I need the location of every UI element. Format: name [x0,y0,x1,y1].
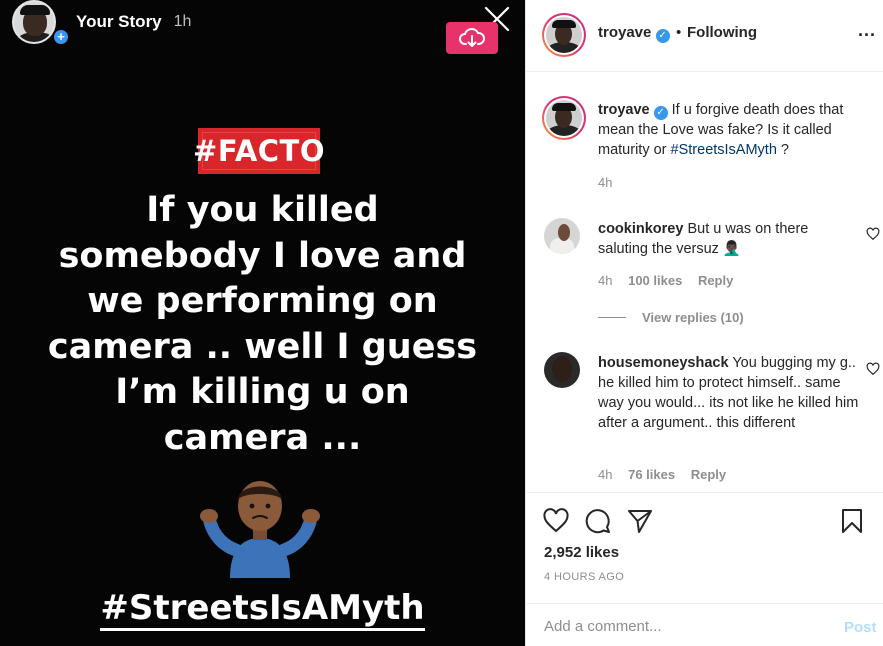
replies-divider [598,317,626,318]
post-actions: 2,952 likes 4 HOURS AGO [526,492,883,583]
caption-time[interactable]: 4h [598,175,612,190]
caption-hashtag[interactable]: #StreetsIsAMyth [671,142,777,158]
author-username[interactable]: troyave ✓ [598,24,670,43]
story-header: + Your Story 1h [12,0,192,46]
post-comment-button[interactable]: Post [844,619,877,636]
caption-suffix: ? [776,142,789,158]
story-time: 1h [173,13,192,30]
comment-meta: 4h 76 likes Reply [598,467,726,482]
comment-likes[interactable]: 100 likes [628,273,682,288]
story-line: we performing on [87,281,438,321]
commenter-avatar[interactable] [544,352,580,388]
facto-badge: #FACTO [193,128,324,174]
add-comment-bar: Post [526,603,883,646]
shrug-emoji-icon [200,481,320,578]
story-hashtag[interactable]: #StreetsIsAMyth [0,588,525,631]
story-hashtag-text[interactable]: #StreetsIsAMyth [100,588,425,631]
view-replies-button[interactable]: View replies (10) [598,310,744,325]
story-line: I’m killing u on [115,372,410,412]
reply-button[interactable]: Reply [691,467,726,482]
verified-icon: ✓ [655,29,670,43]
comment-meta: 4h 100 likes Reply [598,273,733,288]
verified-icon: ✓ [653,106,668,120]
caption-avatar[interactable] [542,96,586,140]
story-username[interactable]: Your Story [76,12,162,32]
story-panel: + Your Story 1h #FACTO If you killed som… [0,0,525,646]
like-comment-heart-icon[interactable] [866,362,880,376]
caption-username[interactable]: troyave [598,102,650,118]
story-line: camera .. well I guess [47,326,478,367]
comment-time[interactable]: 4h [598,467,612,482]
comment-username[interactable]: cookinkorey [598,221,683,237]
comment-item: housemoneyshack You bugging my g.. he ki… [598,353,860,433]
reply-button[interactable]: Reply [698,273,733,288]
post-panel: troyave ✓ • Following ... troyave ✓ If u… [525,0,883,646]
share-icon[interactable] [626,507,654,535]
view-replies-label[interactable]: View replies (10) [642,310,744,325]
post-timestamp: 4 HOURS AGO [544,571,625,583]
story-avatar[interactable] [12,0,56,44]
author-username-text[interactable]: troyave [598,24,651,41]
comment-input[interactable] [544,618,814,635]
story-line: somebody I love and [58,235,467,276]
download-button[interactable] [446,22,498,54]
bookmark-icon[interactable] [838,507,866,535]
comment-likes[interactable]: 76 likes [628,467,675,482]
separator-dot: • [676,24,682,41]
author-avatar[interactable] [542,13,586,57]
comment-username[interactable]: housemoneyshack [598,355,729,371]
more-options-icon[interactable]: ... [858,20,876,41]
story-text: If you killed somebody I love and we per… [0,188,525,461]
story-line: camera ... [163,417,362,458]
following-button[interactable]: Following [687,24,757,41]
comment-time[interactable]: 4h [598,273,612,288]
instagram-viewer: + Your Story 1h #FACTO If you killed som… [0,0,883,646]
cloud-download-icon [459,28,485,47]
comment-icon[interactable] [584,507,612,535]
add-story-icon[interactable]: + [52,28,70,46]
heart-icon[interactable] [542,507,570,535]
commenter-avatar[interactable] [544,218,580,254]
post-header: troyave ✓ • Following ... [526,0,883,72]
story-line: If you killed [146,190,379,230]
post-caption: troyave ✓ If u forgive death does that m… [598,100,878,160]
likes-count[interactable]: 2,952 likes [544,544,619,561]
like-comment-heart-icon[interactable] [866,227,880,241]
comment-item: cookinkorey But u was on there saluting … [598,219,860,259]
